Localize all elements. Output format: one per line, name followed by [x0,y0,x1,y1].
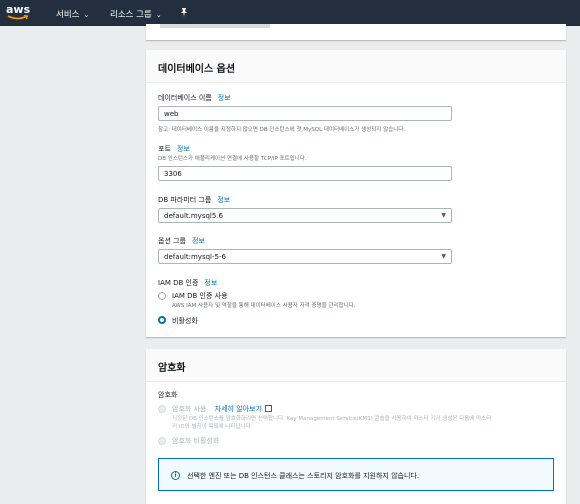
panel-title: 데이터베이스 옵션 [146,50,566,83]
top-navigation-bar: aws 서비스 ⌄ 리소스 그룹 ⌄ [0,0,580,26]
encryption-label: 암호화 [158,391,178,399]
caret-down-icon: ▼ [441,212,446,219]
services-label: 서비스 [56,10,80,20]
info-link[interactable]: 정보 [177,145,190,153]
iam-disable-radio[interactable] [158,316,166,324]
chevron-down-icon: ⌄ [155,11,162,19]
caret-down-icon: ▼ [441,253,446,260]
param-group-value: default.mysql5.6 [164,212,223,220]
panel-title: 암호화 [146,349,566,382]
resource-groups-menu[interactable]: 리소스 그룹 ⌄ [110,8,162,20]
encryption-panel: 암호화 암호화 암호화 사용 자세히 알아보기 지정된 DB 인스턴스를 암호화… [146,349,566,504]
encryption-disable-label: 암호화 비활성화 [172,437,220,445]
info-link[interactable]: 정보 [192,237,205,245]
encryption-enable-description-2: 키 ID와 별칭이 목록에 나타납니다. [172,424,253,430]
port-label-text: 포트 [158,145,171,153]
option-group-value: default:mysql-5-6 [164,253,226,261]
encryption-enable-description-1: 지정된 DB 인스턴스를 암호화하려면 선택합니다. Key Managemen… [172,416,492,422]
chevron-down-icon: ⌄ [83,11,90,19]
iam-auth-label-text: IAM DB 인증 [158,279,199,287]
port-description: DB 인스턴스가 애플리케이션 연결에 사용할 TCP/IP 포트입니다. [158,156,307,162]
param-group-label: DB 파라미터 그룹 정보 [158,195,230,205]
external-link-icon [264,405,272,412]
encryption-enable-option: 암호화 사용 자세히 알아보기 [172,404,272,414]
iam-disable-label: 비활성화 [172,317,198,325]
option-group-label: 옵션 그룹 정보 [158,236,205,246]
port-label: 포트 정보 [158,144,190,154]
encryption-enable-label: 암호화 사용 [172,405,207,413]
option-group-label-text: 옵션 그룹 [158,237,186,245]
db-name-input[interactable]: web [158,106,452,121]
learn-more-link[interactable]: 자세히 알아보기 [215,405,262,413]
info-link[interactable]: 정보 [217,196,230,204]
param-group-label-text: DB 파라미터 그룹 [158,196,212,204]
port-input[interactable]: 3306 [158,166,452,181]
pin-icon[interactable] [180,8,188,20]
resource-groups-label: 리소스 그룹 [110,10,152,20]
previous-panel-content [160,24,270,28]
iam-enable-description: AWS IAM 사용자 및 역할을 통해 데이터베이스 사용자 자격 증명을 관… [172,303,356,309]
info-circle-icon: i [171,471,180,480]
services-menu[interactable]: 서비스 ⌄ [56,8,89,20]
iam-auth-label: IAM DB 인증 정보 [158,278,217,288]
pin-glyph-icon [181,8,187,17]
previous-panel [146,24,566,40]
db-name-label: 데이터베이스 이름 정보 [158,93,231,103]
param-group-select[interactable]: default.mysql5.6 ▼ [158,208,452,223]
iam-enable-radio[interactable] [158,292,166,300]
iam-enable-label: IAM DB 인증 사용 [172,292,228,300]
encryption-enable-radio[interactable] [158,405,166,413]
aws-smile-icon [7,15,29,20]
info-alert: i 선택한 엔진 또는 DB 인스턴스 클래스는 스토리지 암호화를 지원하지 … [158,458,554,491]
db-name-description: 참고: 데이터베이스 이름을 지정하지 않으면 DB 인스턴스에 첫 MySQL… [158,127,406,133]
alert-message: 선택한 엔진 또는 DB 인스턴스 클래스는 스토리지 암호화를 지원하지 않습… [187,472,420,480]
database-options-panel: 데이터베이스 옵션 데이터베이스 이름 정보 web 참고: 데이터베이스 이름을… [146,50,566,337]
db-name-label-text: 데이터베이스 이름 [158,94,212,102]
aws-logo[interactable]: aws [6,3,30,23]
encryption-disable-radio[interactable] [158,437,166,445]
info-link[interactable]: 정보 [218,94,231,102]
option-group-select[interactable]: default:mysql-5-6 ▼ [158,249,452,264]
info-link[interactable]: 정보 [204,279,217,287]
